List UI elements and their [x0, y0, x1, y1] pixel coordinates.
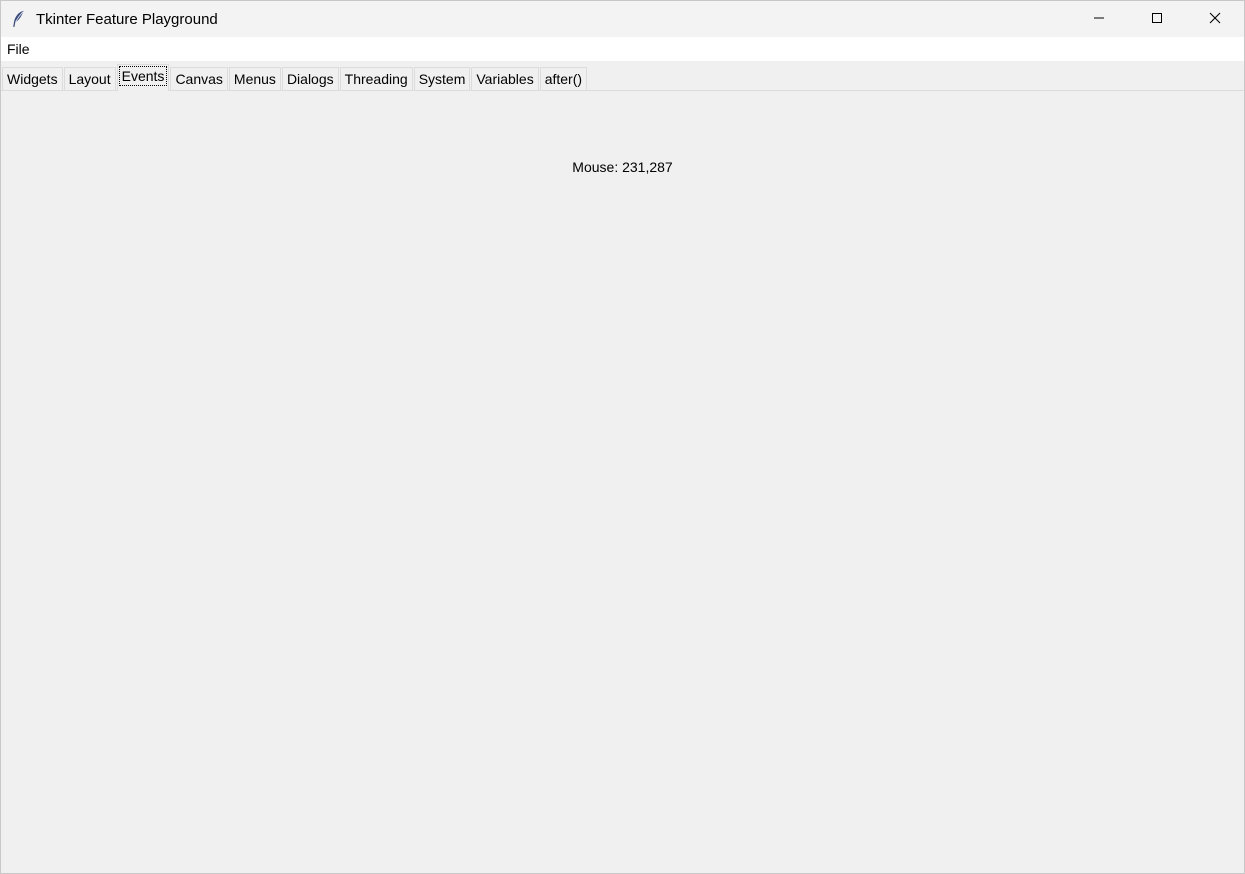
app-window: Tkinter Feature Playground File Widgets … — [0, 0, 1245, 874]
tab-label: System — [418, 71, 466, 87]
tab-widgets[interactable]: Widgets — [2, 67, 63, 90]
close-icon — [1209, 11, 1221, 27]
tab-label: Menus — [233, 71, 276, 87]
tab-layout[interactable]: Layout — [63, 67, 116, 90]
close-button[interactable] — [1186, 1, 1244, 37]
menu-bar: File — [1, 37, 1244, 61]
tab-label: after() — [544, 71, 583, 87]
tab-threading[interactable]: Threading — [339, 67, 413, 90]
window-controls — [1070, 1, 1244, 37]
feather-icon — [10, 10, 26, 28]
tab-label: Variables — [476, 71, 534, 87]
maximize-button[interactable] — [1128, 1, 1186, 37]
tab-system[interactable]: System — [413, 67, 471, 90]
tab-label: Layout — [68, 71, 111, 87]
tab-label: Dialogs — [286, 71, 334, 87]
notebook-tabs: Widgets Layout Events Canvas Menus Dialo… — [1, 61, 1244, 91]
mouse-position-label: Mouse: 231,287 — [572, 159, 673, 175]
tab-events[interactable]: Events — [116, 64, 170, 91]
tab-dialogs[interactable]: Dialogs — [281, 67, 339, 90]
tab-label: Threading — [344, 71, 408, 87]
events-panel[interactable]: Mouse: 231,287 — [1, 91, 1244, 873]
minimize-button[interactable] — [1070, 1, 1128, 37]
tab-label: Events — [118, 66, 168, 86]
maximize-icon — [1151, 11, 1163, 27]
tab-after[interactable]: after() — [539, 67, 588, 90]
window-title: Tkinter Feature Playground — [36, 10, 218, 28]
tab-menus[interactable]: Menus — [228, 67, 281, 90]
tab-label: Canvas — [175, 71, 223, 87]
tab-variables[interactable]: Variables — [471, 67, 539, 90]
title-bar[interactable]: Tkinter Feature Playground — [1, 1, 1244, 37]
menu-file[interactable]: File — [1, 37, 36, 61]
tab-label: Widgets — [7, 71, 58, 87]
minimize-icon — [1093, 11, 1105, 27]
tab-canvas[interactable]: Canvas — [170, 67, 228, 90]
